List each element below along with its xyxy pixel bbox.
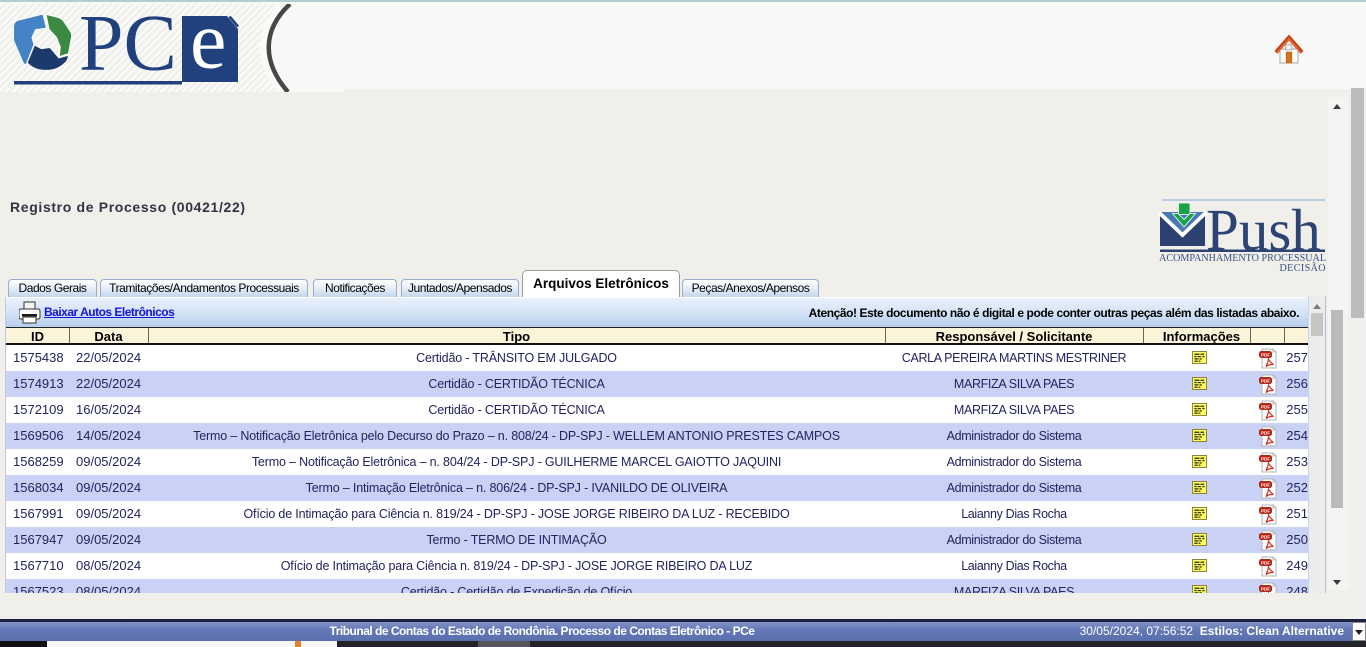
svg-text:PDF: PDF [1261,535,1270,540]
svg-text:PDF: PDF [1261,457,1270,462]
svg-text:PDF: PDF [1261,405,1270,410]
svg-text:PDF: PDF [1261,353,1270,358]
svg-text:PDF: PDF [1261,431,1270,436]
svg-text:PDF: PDF [1261,379,1270,384]
svg-text:PDF: PDF [1261,587,1270,592]
svg-text:PDF: PDF [1261,561,1270,566]
svg-text:PC: PC [79,14,177,86]
svg-text:PDF: PDF [1261,509,1270,514]
svg-text:PDF: PDF [1261,483,1270,488]
svg-text:e: e [190,14,226,86]
